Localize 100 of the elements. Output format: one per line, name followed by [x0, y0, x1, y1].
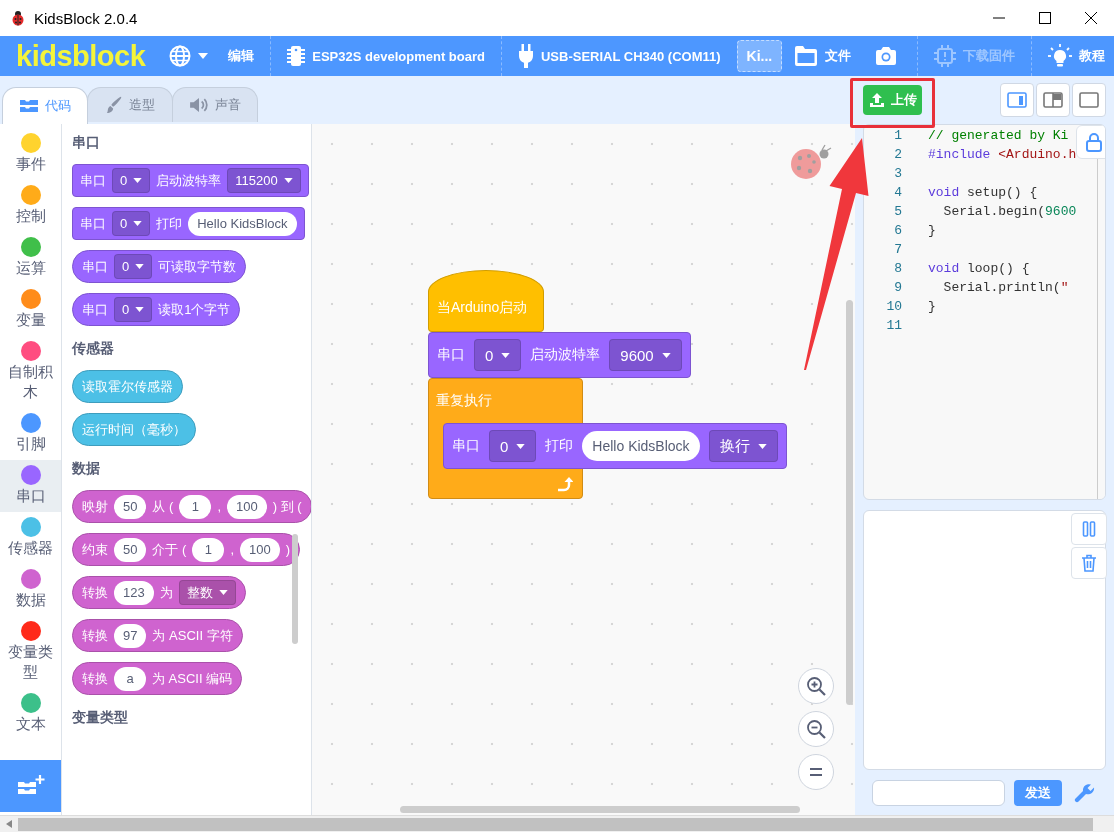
code-line: }	[928, 299, 936, 314]
zoom-in-button[interactable]	[798, 668, 834, 704]
block-input[interactable]: a	[114, 666, 146, 691]
block-input[interactable]: 100	[240, 537, 280, 562]
ladybug-icon	[10, 10, 26, 26]
tab[interactable]: 声音	[172, 87, 258, 122]
block-dropdown[interactable]: 0	[114, 254, 153, 279]
block-dropdown[interactable]: 9600	[609, 339, 682, 371]
add-extension-button[interactable]	[0, 760, 61, 812]
block-label: 映射	[82, 497, 108, 516]
block-input[interactable]: 50	[114, 494, 147, 519]
chip-icon	[287, 45, 306, 67]
code-block[interactable]: 转换 97 为 ASCII 字符	[72, 619, 243, 652]
chip-icon	[934, 45, 957, 67]
code-line: void loop() {	[928, 261, 1030, 276]
block-input[interactable]: 97	[114, 623, 147, 648]
zoom-out-button[interactable]	[798, 711, 834, 747]
equals-icon	[809, 767, 823, 777]
layout-button[interactable]	[1072, 83, 1106, 117]
block-input[interactable]: 50	[114, 537, 147, 562]
block-label: 为	[159, 583, 173, 602]
block-label: 从 (	[152, 497, 174, 516]
caret-icon	[283, 178, 293, 183]
block-label: 串口	[82, 300, 108, 319]
code-block[interactable]: 串口 0 可读取字节数	[72, 250, 247, 283]
speaker-icon	[189, 97, 209, 113]
line-number: 3	[893, 166, 902, 181]
layout-icon	[1007, 92, 1027, 108]
block-label: 介于 (	[152, 540, 187, 559]
line-number: 11	[885, 318, 902, 333]
code-block[interactable]: 转换 123 为 整数	[72, 576, 246, 609]
code-block[interactable]: 串口 0 启动波特率 115200	[72, 164, 309, 197]
scrollbar[interactable]	[0, 815, 1114, 832]
category-item[interactable]: 数据	[0, 564, 61, 616]
block-label: 重复执行	[436, 391, 492, 410]
scrollbar[interactable]	[292, 534, 298, 644]
block-dropdown[interactable]: 115200	[227, 168, 301, 193]
block-label: 串口	[437, 346, 465, 364]
tab[interactable]: 造型	[87, 87, 173, 122]
code-block[interactable]: 映射 50 从 ( 1 , 100 ) 到 (	[72, 490, 311, 523]
block-dropdown[interactable]: 0	[112, 168, 151, 193]
code-line: Serial.begin(9600	[942, 204, 1077, 219]
close-icon	[1085, 12, 1097, 24]
block-label: 为 ASCII 字符	[152, 626, 233, 645]
caret-icon	[198, 53, 209, 59]
block-dropdown[interactable]: 0	[112, 211, 151, 236]
globe-icon	[169, 45, 192, 67]
category-item[interactable]: 变量	[0, 284, 61, 336]
block-input[interactable]: 100	[227, 494, 267, 519]
folder-icon	[794, 45, 819, 67]
code-block[interactable]: 串口 0 打印 Hello KidsBlock 换行	[443, 423, 787, 469]
code-line: #include <Arduino.h	[928, 147, 1077, 162]
block-label: ,	[230, 542, 235, 557]
block-label: 运行时间（毫秒）	[82, 420, 186, 439]
tab[interactable]: 代码	[2, 87, 88, 124]
pause-button[interactable]	[1071, 513, 1107, 545]
code-block[interactable]: 串口 0 启动波特率 9600	[428, 332, 691, 378]
code-block[interactable]: 串口 0 读取1个字节	[72, 293, 241, 326]
layout-button[interactable]	[1036, 83, 1070, 117]
category-item[interactable]: 串口	[0, 460, 61, 512]
lock-button[interactable]	[1076, 125, 1105, 159]
reset-zoom-button[interactable]	[798, 754, 834, 790]
block-input[interactable]: Hello KidsBlock	[188, 211, 297, 236]
code-line: void setup() {	[928, 185, 1038, 200]
block-dropdown[interactable]: 0	[114, 297, 153, 322]
section-heading: 变量类型	[72, 709, 129, 727]
block-label: 读取1个字节	[158, 300, 231, 319]
block-label: 启动波特率	[156, 171, 222, 190]
block-label: 串口	[80, 214, 106, 233]
block-input[interactable]: 1	[192, 537, 225, 562]
category-item[interactable]: 运算	[0, 232, 61, 284]
block-label: 约束	[82, 540, 108, 559]
camera-icon	[875, 47, 898, 65]
category-item[interactable]: 文本	[0, 688, 61, 740]
block-input[interactable]: Hello KidsBlock	[582, 431, 700, 461]
block-input[interactable]: 123	[114, 580, 154, 605]
layout-button[interactable]	[1000, 83, 1034, 117]
serial-input-field[interactable]	[872, 779, 1005, 806]
category-item[interactable]: 变量类型	[0, 616, 61, 688]
scrollbar[interactable]	[846, 300, 853, 705]
code-block[interactable]: 串口 0 打印 Hello KidsBlock	[72, 207, 305, 240]
scrollbar[interactable]	[400, 806, 800, 813]
block-dropdown[interactable]: 0	[474, 339, 522, 371]
code-block[interactable]: 约束 50 介于 ( 1 , 100 )	[72, 533, 301, 566]
line-number: 5	[893, 204, 902, 219]
block-dropdown[interactable]: 整数	[178, 580, 236, 605]
code-block[interactable]: 转换 a 为 ASCII 编码	[72, 662, 243, 695]
category-item[interactable]: 事件	[0, 128, 61, 180]
clear-button[interactable]	[1071, 547, 1107, 579]
line-number: 6	[893, 223, 902, 238]
block-dropdown[interactable]: 0	[489, 430, 537, 462]
category-item[interactable]: 自制积木	[0, 336, 61, 408]
category-item[interactable]: 控制	[0, 180, 61, 232]
block-label: 转换	[82, 669, 108, 688]
caret-icon	[661, 352, 671, 358]
category-item[interactable]: 引脚	[0, 408, 61, 460]
line-number: 1	[893, 128, 902, 143]
block-input[interactable]: 1	[179, 494, 212, 519]
block-dropdown[interactable]: 换行	[708, 430, 778, 462]
category-item[interactable]: 传感器	[0, 512, 61, 564]
